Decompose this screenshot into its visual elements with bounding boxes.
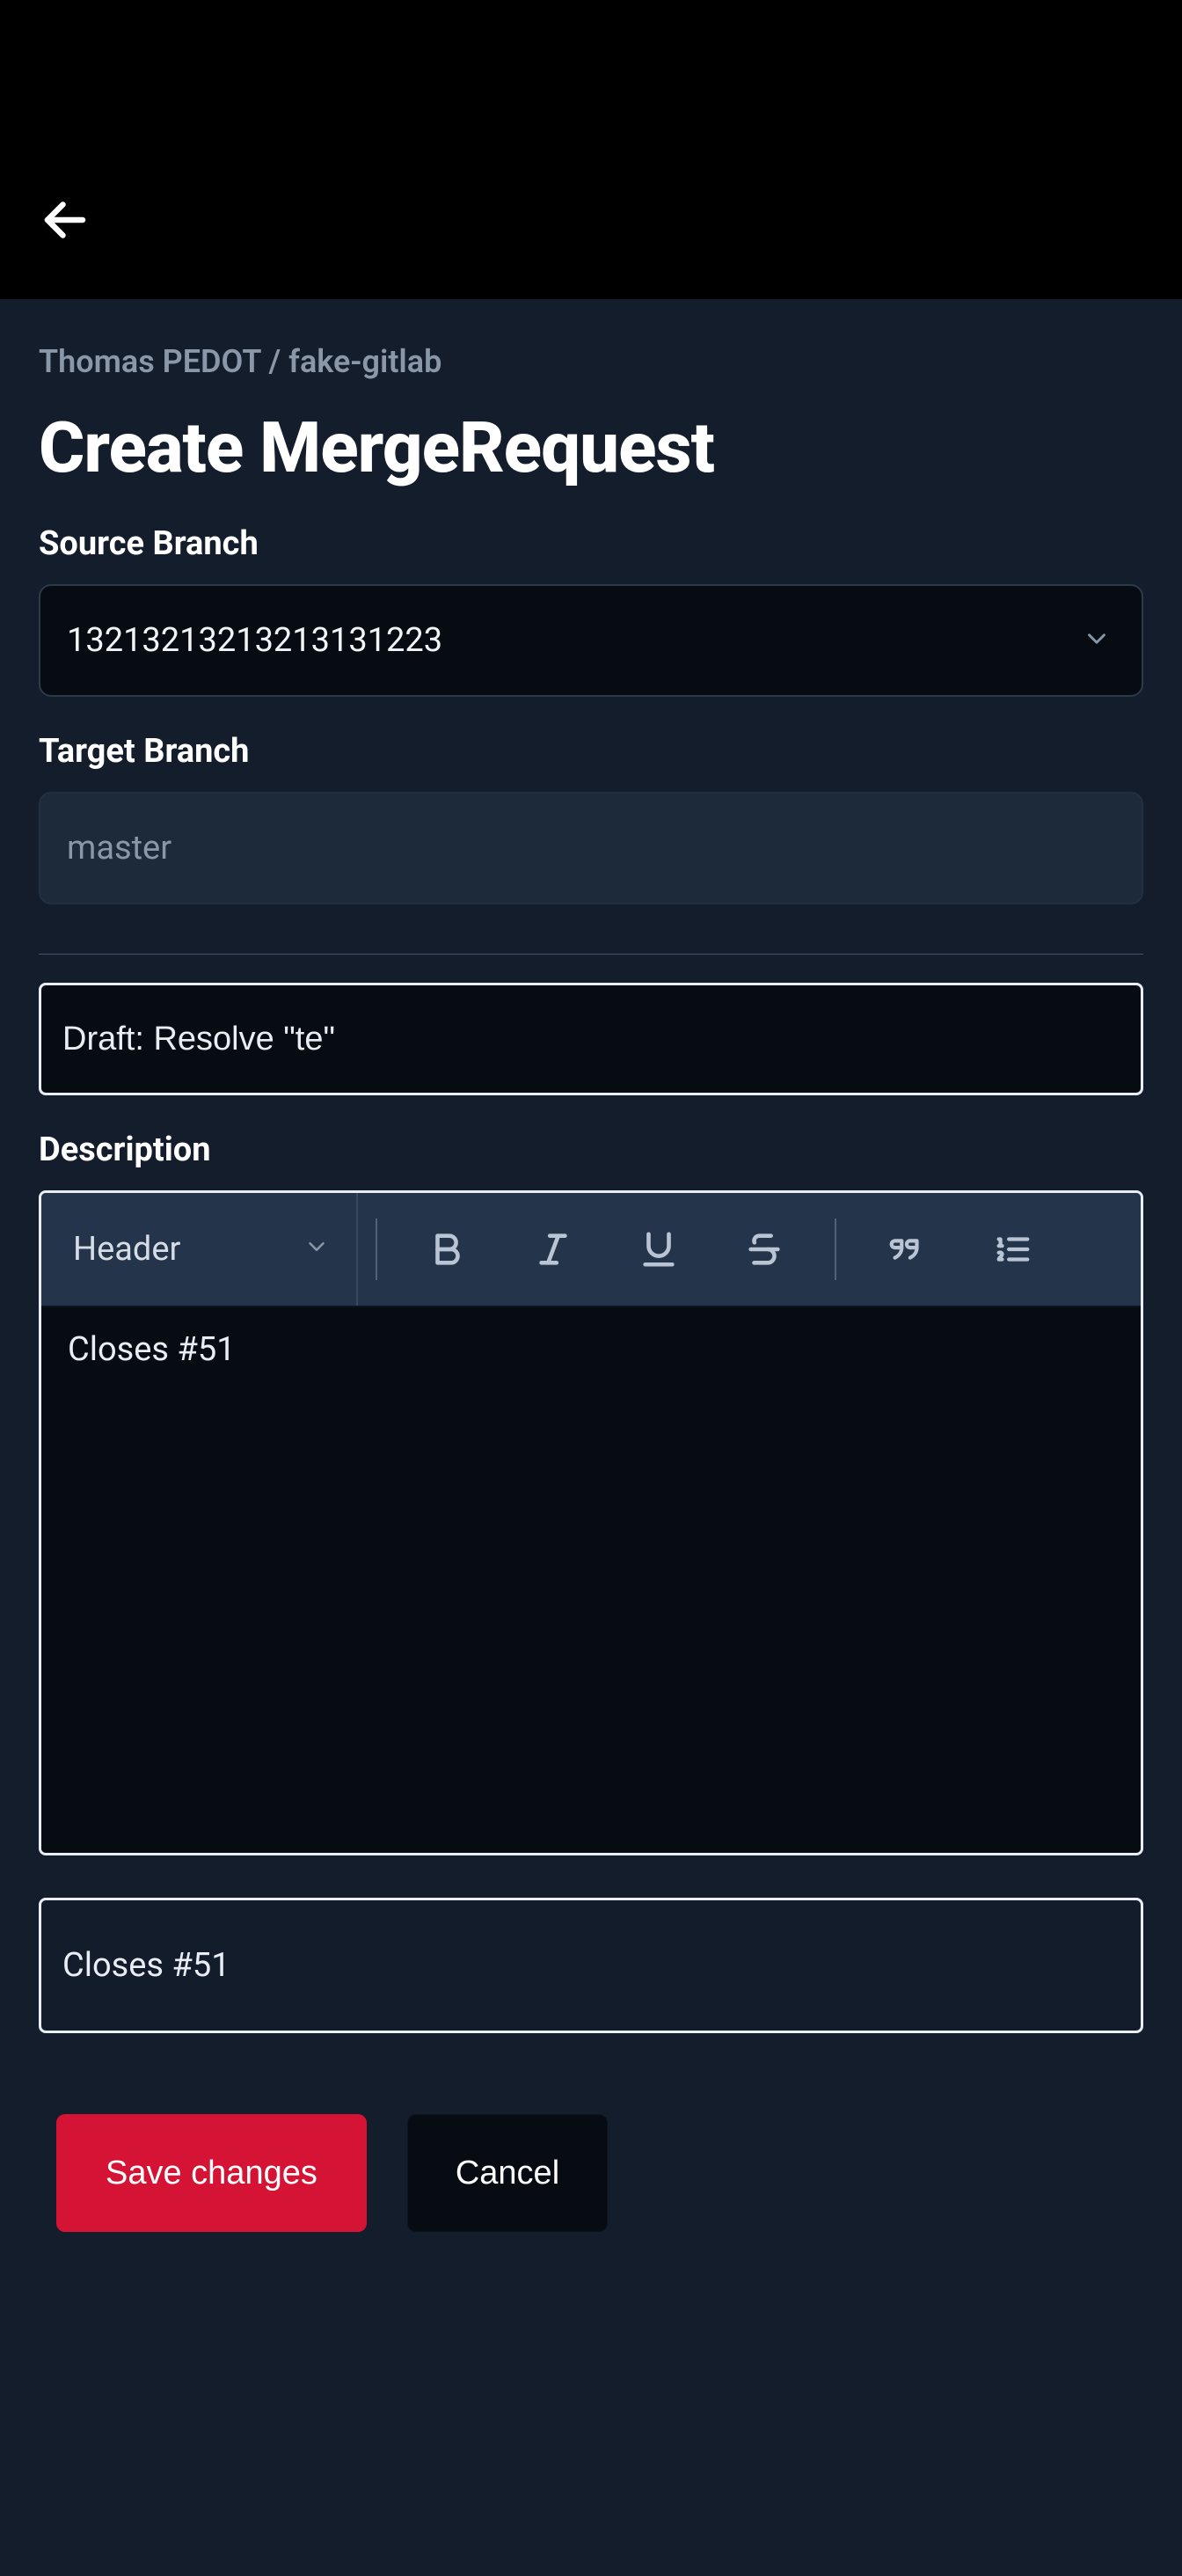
header-format-label: Header: [73, 1230, 180, 1269]
header-format-select[interactable]: Header: [41, 1193, 358, 1306]
target-branch-value: master: [67, 829, 171, 867]
page-title: Create MergeRequest: [39, 406, 1143, 489]
italic-button[interactable]: [500, 1193, 606, 1306]
description-textarea[interactable]: Closes #51: [41, 1307, 1141, 1853]
bold-button[interactable]: [395, 1193, 500, 1306]
source-branch-label: Source Branch: [39, 524, 1143, 563]
content-area: Thomas PEDOT / fake-gitlab Create MergeR…: [0, 299, 1182, 2576]
toolbar-separator: [835, 1218, 836, 1280]
action-buttons: Save changes Cancel: [39, 2114, 1143, 2232]
back-icon[interactable]: [39, 194, 91, 246]
target-branch-select[interactable]: master: [39, 792, 1143, 904]
blockquote-button[interactable]: [854, 1193, 959, 1306]
underline-button[interactable]: [606, 1193, 711, 1306]
breadcrumb[interactable]: Thomas PEDOT / fake-gitlab: [39, 343, 1143, 380]
closes-reference-input[interactable]: Closes #51: [39, 1898, 1143, 2033]
description-editor: Header: [39, 1190, 1143, 1855]
target-branch-label: Target Branch: [39, 732, 1143, 771]
top-bar: [0, 0, 1182, 299]
ordered-list-button[interactable]: [959, 1193, 1065, 1306]
save-button[interactable]: Save changes: [56, 2114, 367, 2232]
chevron-down-icon: [1082, 624, 1112, 657]
cancel-button[interactable]: Cancel: [407, 2114, 608, 2232]
strikethrough-button[interactable]: [711, 1193, 817, 1306]
description-label: Description: [39, 1131, 1143, 1169]
source-branch-value: 13213213213213131223: [67, 621, 442, 660]
toolbar-separator: [376, 1218, 377, 1280]
editor-toolbar: Header: [41, 1193, 1141, 1307]
title-input[interactable]: [39, 983, 1143, 1095]
source-branch-select[interactable]: 13213213213213131223: [39, 584, 1143, 697]
divider: [39, 954, 1143, 955]
chevron-down-icon: [303, 1230, 330, 1269]
